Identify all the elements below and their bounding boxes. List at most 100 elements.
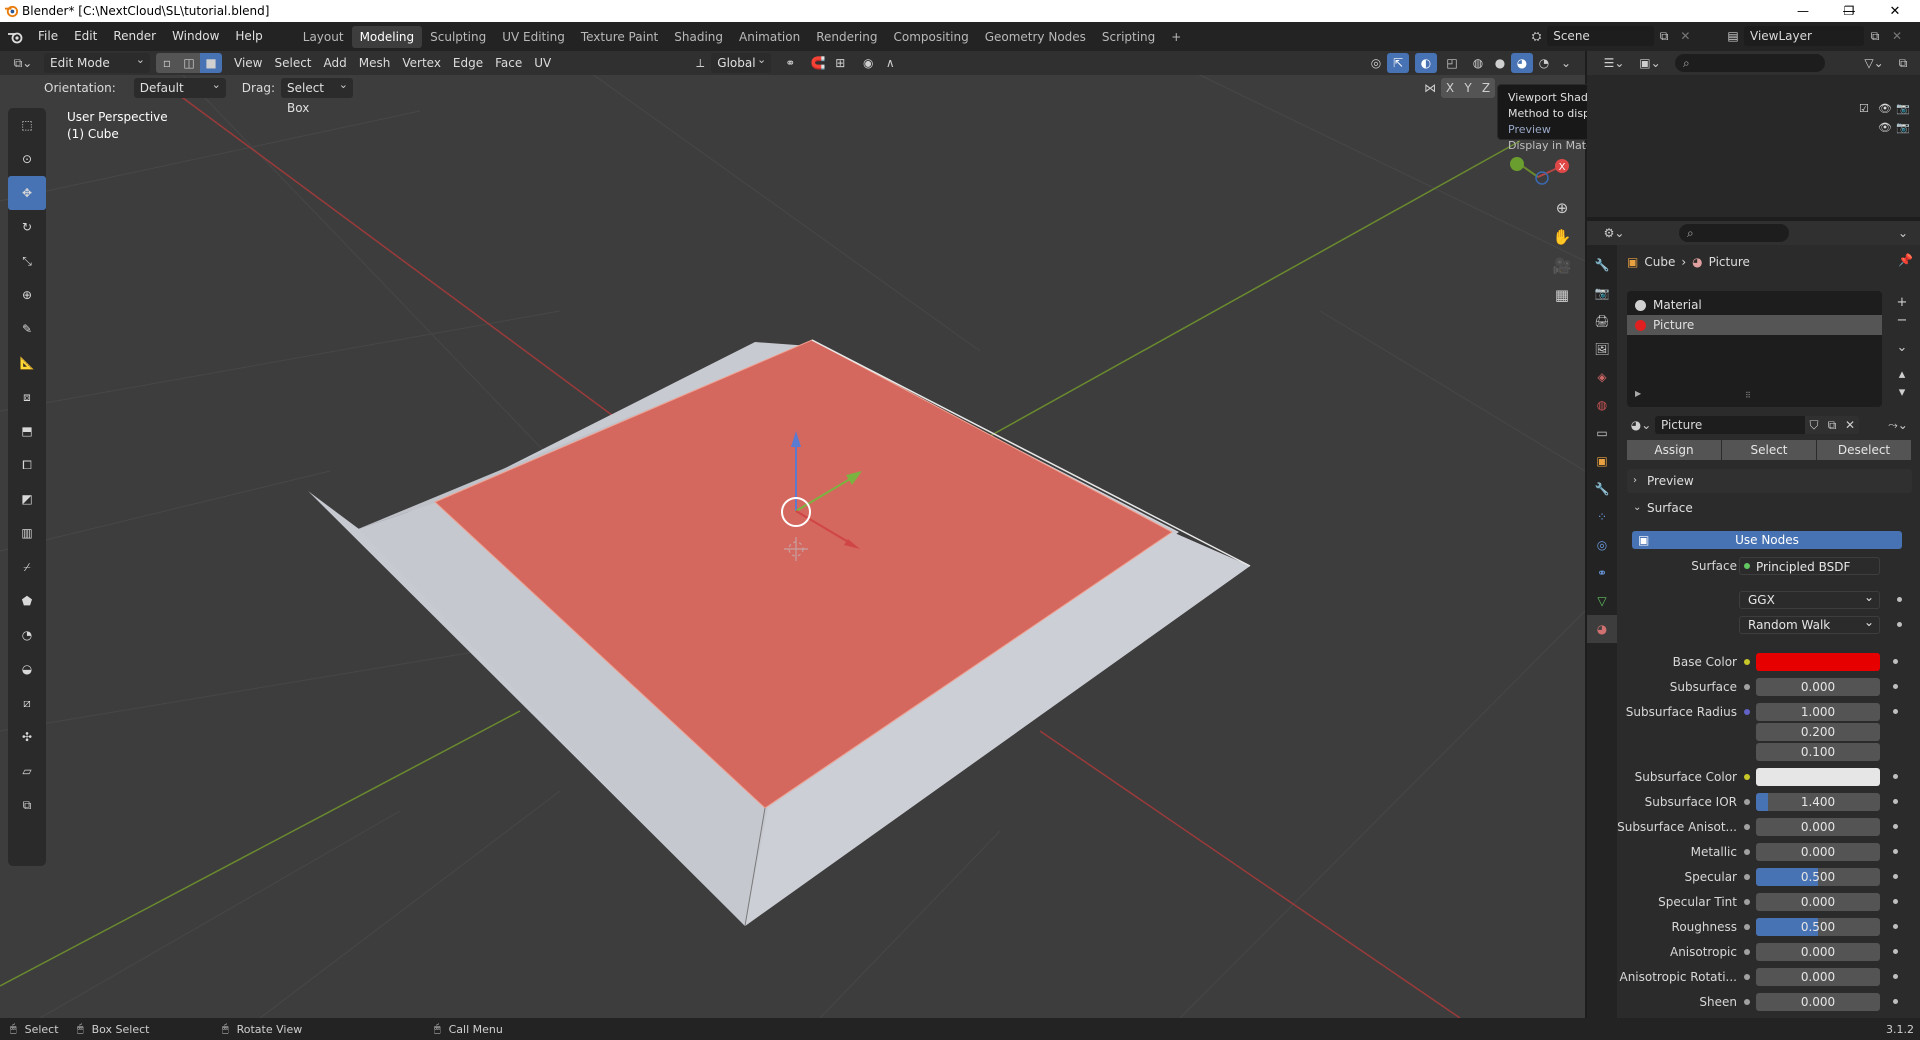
mirror-y-toggle[interactable]: Y [1459,78,1477,98]
assign-button[interactable]: Assign [1627,440,1721,460]
subsurface-method-dropdown[interactable]: Random Walk [1739,614,1880,634]
material-preview-shading-icon[interactable]: ◕ [1511,53,1533,73]
eye-icon[interactable]: 👁 [1878,102,1892,115]
face-select-icon[interactable]: ■ [200,53,222,73]
number-field[interactable]: 1.400 [1756,793,1880,811]
shading-options-icon[interactable]: ⌄ [1555,53,1577,73]
eye-icon[interactable]: 👁 [1878,121,1892,134]
inset-tool-icon[interactable]: ⧠ [8,448,46,482]
input-socket-icon[interactable] [1744,999,1750,1005]
scene-selector[interactable]: ⛭ Scene ⧉ ✕ [1526,26,1696,46]
input-socket-icon[interactable] [1744,659,1750,665]
select-box-tool-icon[interactable]: ⬚ [8,108,46,142]
zoom-icon[interactable]: ⊕ [1548,194,1576,222]
mirror-x-toggle[interactable]: X [1441,78,1459,98]
keyframe-dot-icon[interactable] [1893,824,1898,829]
poly-build-tool-icon[interactable]: ⬟ [8,584,46,618]
edge-slide-tool-icon[interactable]: ⧄ [8,686,46,720]
extrude-tool-icon[interactable]: ⬒ [8,414,46,448]
output-tab-icon[interactable]: 🖨 [1587,307,1617,335]
annotate-tool-icon[interactable]: ✎ [8,312,46,346]
keyframe-dot-icon[interactable] [1893,684,1898,689]
material-slot[interactable]: Picture [1627,315,1882,335]
loop-cut-tool-icon[interactable]: ▥ [8,516,46,550]
keyframe-dot-icon[interactable] [1893,874,1898,879]
menu-file[interactable]: File [30,22,66,51]
menu-vertex[interactable]: Vertex [396,53,447,73]
pan-hand-icon[interactable]: ✋ [1548,223,1576,251]
properties-editor-type-icon[interactable]: ⚙⌄ [1599,223,1629,243]
spin-tool-icon[interactable]: ◔ [8,618,46,652]
blender-menu-icon[interactable] [0,30,30,44]
input-socket-icon[interactable] [1744,709,1750,715]
menu-help[interactable]: Help [227,22,270,51]
input-socket-icon[interactable] [1744,824,1750,830]
input-socket-icon[interactable] [1744,949,1750,955]
tab-shading[interactable]: Shading [666,26,731,48]
add-workspace-button[interactable]: + [1163,26,1189,48]
rotate-tool-icon[interactable]: ↻ [8,210,46,244]
minimize-button[interactable]: — [1780,0,1826,22]
transform-tool-icon[interactable]: ⊕ [8,278,46,312]
distribution-dropdown[interactable]: GGX [1739,589,1880,609]
render-tab-icon[interactable]: 📷 [1587,279,1617,307]
collection-tab-icon[interactable]: ▭ [1587,419,1617,447]
move-slot-down-icon[interactable]: ▾ [1892,385,1912,400]
duplicate-scene-icon[interactable]: ⧉ [1654,26,1675,46]
input-socket-icon[interactable] [1744,874,1750,880]
smooth-tool-icon[interactable]: ◒ [8,652,46,686]
properties-options-icon[interactable]: ⌄ [1892,223,1914,243]
add-slot-icon[interactable]: + [1892,295,1912,310]
view-layer-tab-icon[interactable]: 🖼 [1587,335,1617,363]
solid-shading-icon[interactable]: ● [1489,53,1511,73]
world-tab-icon[interactable]: ◍ [1587,391,1617,419]
scene-tab-icon[interactable]: ◈ [1587,363,1617,391]
camera-icon[interactable]: 📷 [1896,102,1910,115]
input-socket-icon[interactable] [1744,684,1750,690]
input-socket-icon[interactable] [1744,774,1750,780]
menu-face[interactable]: Face [489,53,528,73]
color-swatch[interactable] [1756,768,1880,786]
resize-handle-icon[interactable]: ⠿ [1745,391,1751,400]
overlay-toggle-icon[interactable]: ◐ [1415,53,1437,73]
duplicate-material-icon[interactable]: ⧉ [1823,416,1841,434]
shear-tool-icon[interactable]: ▱ [8,754,46,788]
knife-tool-icon[interactable]: ⌿ [8,550,46,584]
viewport-scene[interactable]: X [0,51,1585,1018]
display-mode-icon[interactable]: ▣⌄ [1635,53,1665,73]
keyframe-dot-icon[interactable] [1893,799,1898,804]
remove-scene-icon[interactable]: ✕ [1675,26,1696,46]
expand-icon[interactable]: ▶ [1635,389,1641,398]
outliner-search-input[interactable]: ⌕ [1675,54,1825,72]
tool-tab-icon[interactable]: 🔧 [1587,251,1617,279]
menu-edit[interactable]: Edit [66,22,105,51]
unlink-material-icon[interactable]: ✕ [1841,416,1859,434]
vertex-select-icon[interactable]: ▫ [156,53,178,73]
material-slot[interactable]: Material [1627,295,1882,315]
selected-face[interactable] [434,339,1173,809]
transform-orientation-dropdown[interactable]: Global [711,50,772,73]
filter-icon[interactable]: ▽⌄ [1860,53,1888,73]
visibility-icon[interactable]: ◎ [1365,53,1387,73]
menu-view[interactable]: View [228,53,268,73]
viewlayer-selector[interactable]: ▤ ViewLayer ⧉ ✕ [1722,26,1917,46]
number-field[interactable]: 1.000 [1756,703,1880,721]
number-field[interactable]: 0.000 [1756,893,1880,911]
gizmo-toggle-icon[interactable]: ⇱ [1387,53,1409,73]
keyframe-dot-icon[interactable] [1897,622,1902,627]
keyframe-dot-icon[interactable] [1893,849,1898,854]
duplicate-viewlayer-icon[interactable]: ⧉ [1864,26,1886,46]
input-socket-icon[interactable] [1744,974,1750,980]
keyframe-dot-icon[interactable] [1893,899,1898,904]
object-tab-icon[interactable]: ▣ [1587,447,1617,475]
maximize-button[interactable]: ❐ [1826,0,1872,22]
mirror-z-toggle[interactable]: Z [1477,78,1495,98]
wireframe-shading-icon[interactable]: ◍ [1467,53,1489,73]
color-swatch[interactable] [1756,653,1880,671]
constraints-tab-icon[interactable]: ⚭ [1587,559,1617,587]
menu-add[interactable]: Add [318,53,353,73]
tab-scripting[interactable]: Scripting [1094,26,1163,48]
keyframe-dot-icon[interactable] [1893,659,1898,664]
properties-search-input[interactable]: ⌕ [1679,224,1789,242]
menu-window[interactable]: Window [164,22,227,51]
